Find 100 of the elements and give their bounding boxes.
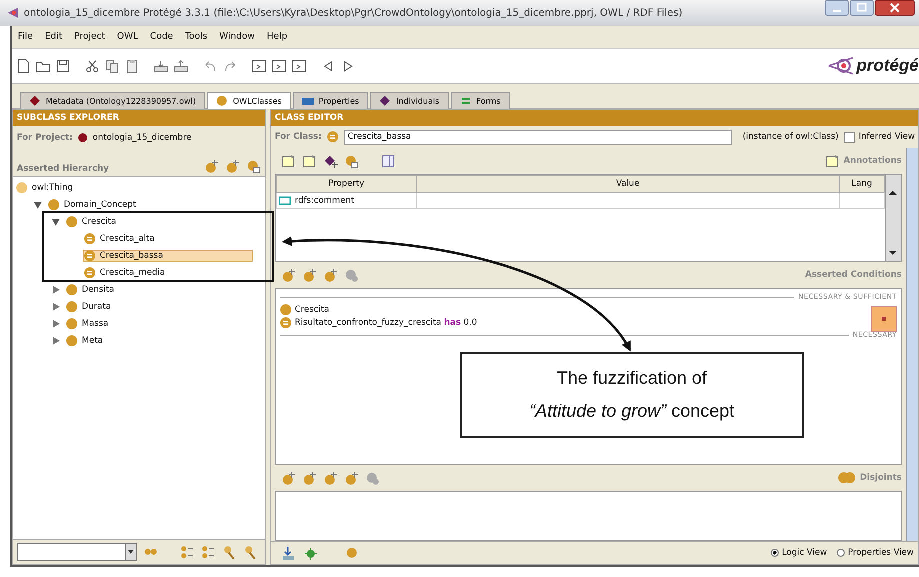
menu-item[interactable]: Window: [220, 32, 256, 42]
tree-icon[interactable]: [180, 544, 195, 560]
tab[interactable]: Metadata (Ontology1228390957.owl): [20, 92, 206, 109]
disjoint-icon: [838, 472, 856, 484]
panel-header: SUBCLASS EXPLORER: [13, 110, 265, 126]
class-icon: [66, 284, 78, 296]
class-icon: [84, 250, 96, 262]
class-icon: [280, 304, 292, 316]
paste-icon[interactable]: [125, 58, 140, 74]
class-icon: [66, 300, 78, 312]
class-add-icon[interactable]: [344, 470, 359, 486]
cut-icon[interactable]: [85, 58, 100, 74]
scrollbar[interactable]: [906, 148, 918, 541]
section-title: Disjoints: [860, 473, 902, 483]
tree-item[interactable]: Crescita: [65, 216, 122, 228]
menu-item[interactable]: File: [18, 32, 34, 42]
class-icon: [16, 182, 28, 194]
class-add-icon[interactable]: [302, 268, 317, 282]
minimize-button[interactable]: [825, 0, 849, 16]
radio-label: Properties View: [848, 548, 914, 558]
export-icon[interactable]: [174, 58, 189, 74]
column-header[interactable]: Value: [416, 176, 840, 192]
condition-row[interactable]: Crescita: [280, 303, 330, 316]
callout-text: “Attitude to grow” concept: [529, 401, 735, 422]
project-icon: [78, 133, 88, 143]
collapsed-arrow-icon[interactable]: [51, 336, 61, 346]
class-add-icon[interactable]: [323, 268, 338, 282]
section-title: Annotations: [844, 156, 902, 166]
tree-icon[interactable]: [201, 544, 216, 560]
panel-header: CLASS EDITOR: [271, 110, 918, 126]
radio-button[interactable]: [771, 549, 780, 557]
import-icon[interactable]: [154, 58, 169, 74]
class-add-icon[interactable]: [281, 470, 296, 486]
tree-item[interactable]: Densita: [65, 284, 120, 296]
copy-icon[interactable]: [105, 58, 120, 74]
tab[interactable]: OWLClasses: [207, 92, 291, 109]
maximize-button[interactable]: [850, 0, 874, 16]
tree-item[interactable]: Crescita_media: [83, 266, 170, 278]
column-header[interactable]: Property: [276, 176, 416, 192]
note-icon[interactable]: [281, 154, 296, 168]
class-remove-icon[interactable]: [246, 159, 261, 174]
condition-marker-button[interactable]: [871, 306, 897, 332]
menu-item[interactable]: Help: [267, 32, 288, 42]
tab[interactable]: Individuals: [370, 92, 448, 109]
class-icon: [84, 232, 96, 244]
menu-item[interactable]: Project: [74, 32, 106, 42]
undo-icon[interactable]: [203, 58, 218, 74]
callout-text: The fuzzification of: [556, 368, 708, 389]
key-icon[interactable]: [243, 544, 258, 560]
for-class-label: For Class:: [275, 132, 322, 142]
tree-item[interactable]: Domain_Concept: [47, 198, 142, 210]
tree-item[interactable]: Crescita_bassa: [83, 250, 253, 262]
class-add-icon[interactable]: [281, 268, 296, 282]
close-button[interactable]: [875, 0, 915, 16]
search-combo[interactable]: [17, 543, 137, 561]
tree-item[interactable]: Crescita_alta: [83, 232, 160, 244]
class-add-icon[interactable]: [302, 470, 317, 486]
scrollbar[interactable]: [885, 175, 901, 261]
tab[interactable]: Properties: [292, 92, 368, 109]
class-icon: [280, 316, 292, 328]
menu-item[interactable]: Code: [150, 32, 174, 42]
tree-item[interactable]: Meta: [65, 334, 108, 346]
section-title: Asserted Conditions: [805, 270, 902, 280]
app-icon: [6, 6, 20, 20]
note-icon[interactable]: [302, 154, 317, 168]
panel-icon[interactable]: [381, 154, 396, 168]
class-add-icon[interactable]: [204, 159, 219, 174]
collapsed-arrow-icon[interactable]: [51, 302, 61, 312]
column-header[interactable]: Lang: [840, 176, 884, 192]
download-icon[interactable]: [281, 546, 296, 560]
collapsed-arrow-icon[interactable]: [51, 318, 61, 328]
class-name-field[interactable]: Crescita_bassa: [344, 130, 732, 144]
condition-row[interactable]: Risultato_confronto_fuzzy_crescita has 0.0: [280, 316, 478, 329]
instance-add-icon[interactable]: [323, 154, 338, 168]
tab[interactable]: Forms: [450, 92, 510, 109]
expanded-arrow-icon[interactable]: [51, 216, 61, 226]
menu-item[interactable]: Tools: [185, 32, 208, 42]
class-add-icon[interactable]: [225, 159, 240, 174]
key-icon[interactable]: [222, 544, 237, 560]
class-icon: [66, 334, 78, 346]
class-icon: [66, 216, 78, 228]
collapsed-arrow-icon[interactable]: [51, 284, 61, 294]
inferred-view-checkbox[interactable]: [844, 132, 855, 142]
menu-item[interactable]: OWL: [117, 32, 138, 42]
project-label: For Project:: [17, 133, 73, 143]
tree-item[interactable]: Massa: [65, 318, 114, 330]
document-icon[interactable]: [16, 58, 31, 74]
class-icon: [48, 198, 60, 210]
radio-button[interactable]: [837, 549, 846, 557]
save-icon[interactable]: [56, 58, 71, 74]
menu-item[interactable]: Edit: [45, 32, 62, 42]
expanded-arrow-icon[interactable]: [33, 200, 43, 210]
bug-icon[interactable]: [304, 546, 319, 560]
note-icon: [824, 154, 840, 168]
class-add-icon[interactable]: [323, 470, 338, 486]
tree-item[interactable]: Durata: [65, 300, 116, 312]
redo-icon[interactable]: [223, 58, 238, 74]
tree-item[interactable]: owl:Thing: [15, 182, 78, 194]
hierarchy-label: Asserted Hierarchy: [17, 164, 110, 174]
class-remove-icon[interactable]: [344, 154, 359, 168]
